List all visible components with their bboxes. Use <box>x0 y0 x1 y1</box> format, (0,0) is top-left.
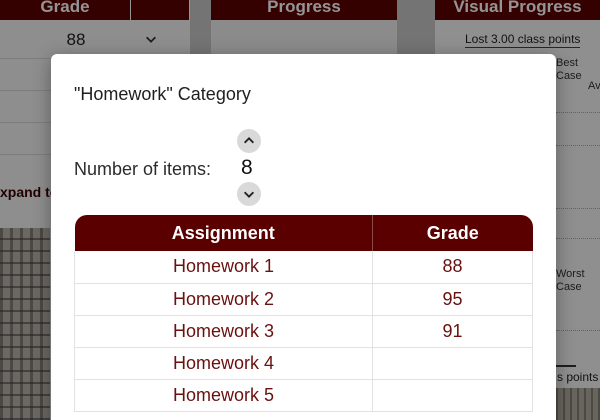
chevron-up-icon <box>243 137 255 144</box>
decrement-items-button[interactable] <box>237 182 261 206</box>
assignment-name[interactable]: Homework 1 <box>74 251 373 284</box>
items-count-label: Number of items: <box>74 159 212 179</box>
table-row: Homework 5 <box>74 379 533 412</box>
assignment-name[interactable]: Homework 4 <box>74 347 373 380</box>
increment-items-button[interactable] <box>237 129 261 153</box>
table-row: Homework 4 <box>74 347 533 380</box>
items-count-value[interactable]: 8 <box>241 156 253 180</box>
assignment-grade[interactable]: 91 <box>372 315 533 348</box>
modal-title: "Homework" Category <box>74 84 251 104</box>
assignment-grade[interactable] <box>372 347 533 380</box>
table-row: Homework 2 95 <box>74 283 533 316</box>
assignments-table: Assignment Grade Homework 1 88 Homework … <box>74 215 533 412</box>
table-header-row: Assignment Grade <box>74 215 533 251</box>
assignment-grade[interactable] <box>372 379 533 412</box>
assignment-name[interactable]: Homework 5 <box>74 379 373 412</box>
assignment-grade[interactable]: 95 <box>372 283 533 316</box>
assignment-grade[interactable]: 88 <box>372 251 533 284</box>
table-row: Homework 3 91 <box>74 315 533 348</box>
assignment-name[interactable]: Homework 2 <box>74 283 373 316</box>
chevron-down-icon <box>243 191 255 198</box>
assignment-column-header: Assignment <box>74 215 373 251</box>
table-row: Homework 1 88 <box>74 251 533 284</box>
category-modal: "Homework" Category Number of items: 8 A… <box>51 54 556 420</box>
grade-column-header: Grade <box>372 215 533 251</box>
assignment-name[interactable]: Homework 3 <box>74 315 373 348</box>
